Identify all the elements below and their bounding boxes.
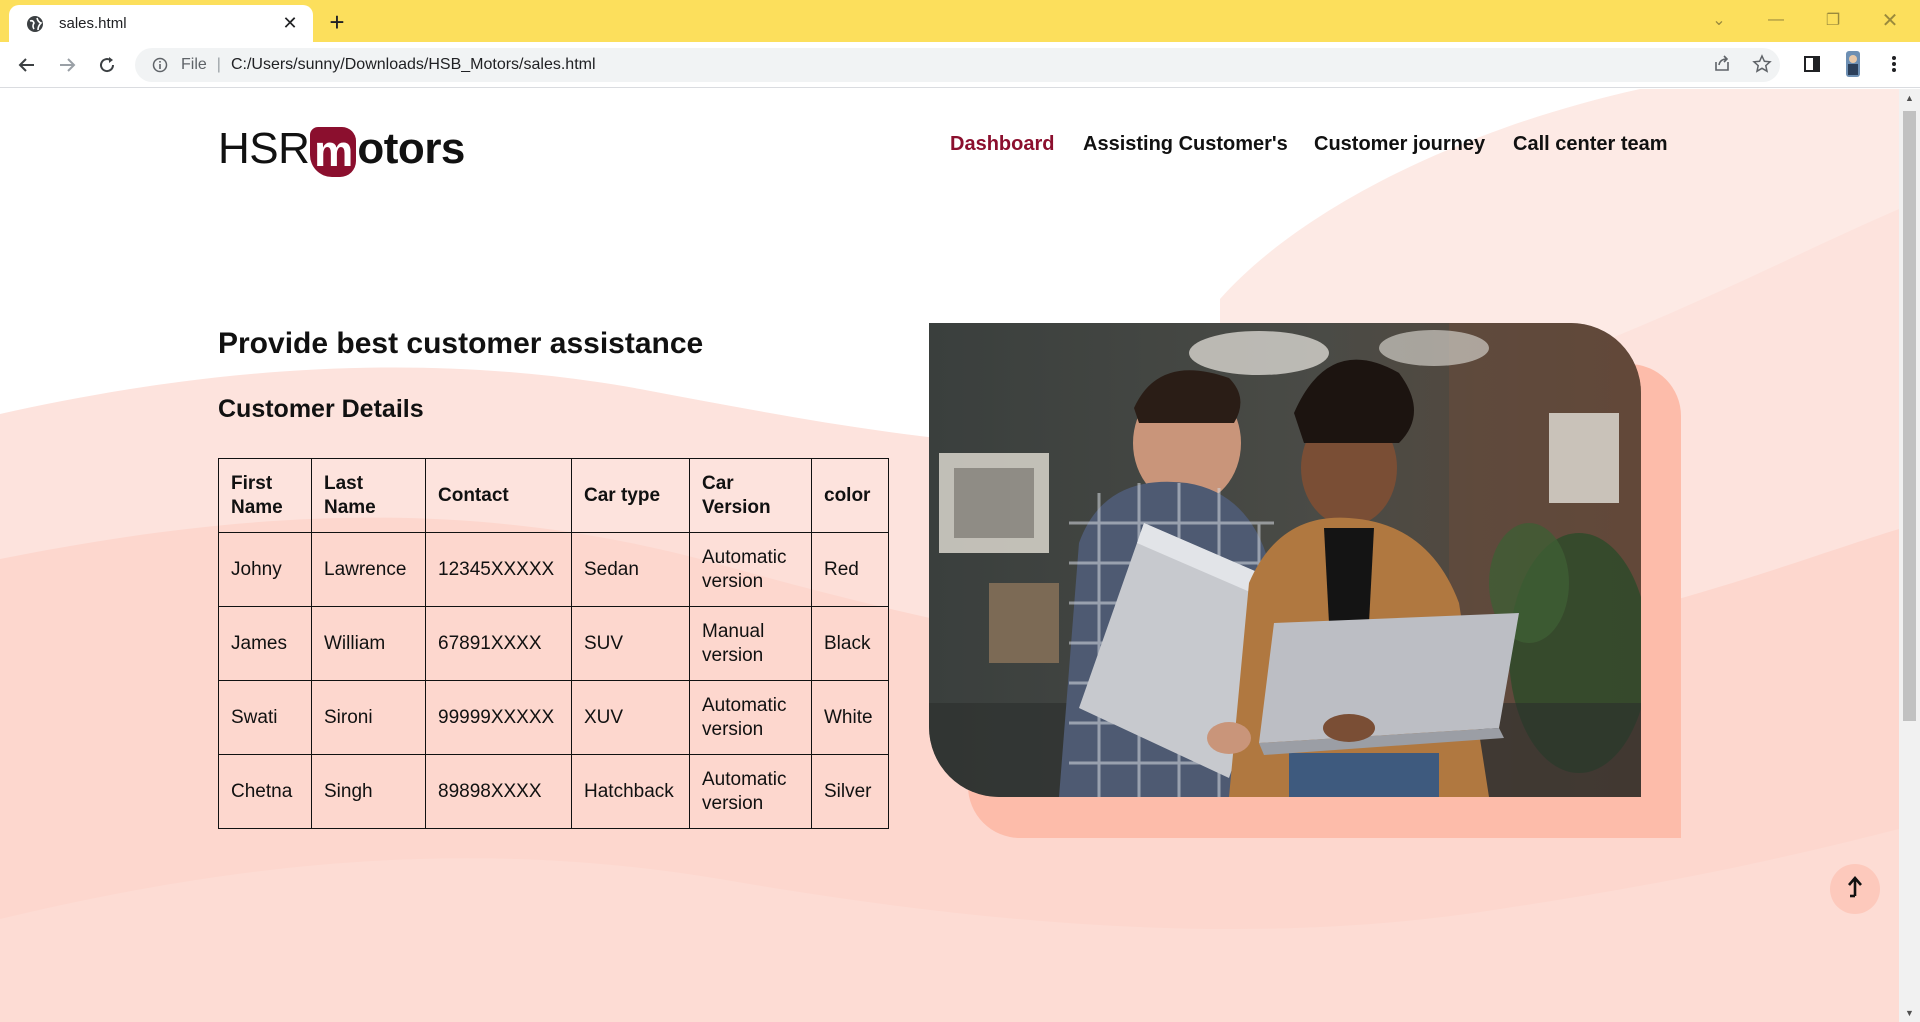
logo-prefix: HSR xyxy=(218,124,310,173)
window-close-icon[interactable]: ✕ xyxy=(1866,0,1914,40)
table-row: James William 67891XXXX SUV Manual versi… xyxy=(218,606,889,681)
hero-photo-illustration xyxy=(929,323,1641,797)
browser-tab-strip: sales.html ✕ + ⌄ — ❐ ✕ xyxy=(0,0,1920,42)
plus-icon[interactable]: + xyxy=(322,7,352,37)
scrollbar-thumb[interactable] xyxy=(1903,111,1916,721)
chevron-down-icon[interactable]: ⌄ xyxy=(1695,0,1743,40)
table-cell: SUV xyxy=(571,606,690,681)
table-cell: James xyxy=(218,606,312,681)
close-icon[interactable]: ✕ xyxy=(277,11,303,37)
url-text[interactable]: C:/Users/sunny/Downloads/HSB_Motors/sale… xyxy=(231,56,596,74)
browser-tab[interactable]: sales.html ✕ xyxy=(9,5,313,42)
table-row: Johny Lawrence 12345XXXXX Sedan Automati… xyxy=(218,532,889,607)
table-cell: Red xyxy=(811,532,889,607)
table-cell: Chetna xyxy=(218,754,312,829)
table-cell: XUV xyxy=(571,680,690,755)
page-title: Provide best customer assistance xyxy=(218,327,704,360)
url-separator: | xyxy=(216,56,221,73)
scroll-up-icon[interactable]: ▲ xyxy=(1899,89,1920,107)
restore-icon[interactable]: ❐ xyxy=(1809,0,1857,40)
table-cell: Manual version xyxy=(689,606,812,681)
nav-dashboard[interactable]: Dashboard xyxy=(950,133,1054,157)
star-icon[interactable] xyxy=(1748,50,1776,78)
page-viewport: HSR m otors Dashboard Assisting Customer… xyxy=(0,89,1899,1022)
table-cell: White xyxy=(811,680,889,755)
table-row: Swati Sironi 99999XXXXX XUV Automatic ve… xyxy=(218,680,889,755)
share-icon[interactable] xyxy=(1708,50,1736,78)
table-header-row: First Name Last Name Contact Car type Ca… xyxy=(218,458,889,533)
hero-photo xyxy=(929,323,1641,797)
table-cell: Sedan xyxy=(571,532,690,607)
customer-details-table: First Name Last Name Contact Car type Ca… xyxy=(218,458,889,829)
table-row: Chetna Singh 89898XXXX Hatchback Automat… xyxy=(218,754,889,829)
profile-avatar-icon[interactable] xyxy=(1839,50,1867,78)
address-bar[interactable]: File | C:/Users/sunny/Downloads/HSB_Moto… xyxy=(135,48,1780,82)
arrow-up-icon xyxy=(1846,875,1864,903)
side-panel-icon[interactable] xyxy=(1798,50,1826,78)
globe-icon xyxy=(25,14,45,34)
nav-assisting-customers[interactable]: Assisting Customer's xyxy=(1083,133,1288,157)
brand-logo[interactable]: HSR m otors xyxy=(218,119,465,179)
back-icon[interactable] xyxy=(10,48,44,82)
table-cell: Silver xyxy=(811,754,889,829)
url-scheme: File xyxy=(181,56,207,73)
reload-icon[interactable] xyxy=(90,48,124,82)
table-cell: Black xyxy=(811,606,889,681)
table-cell: 99999XXXXX xyxy=(425,680,572,755)
table-cell: Automatic version xyxy=(689,754,812,829)
browser-toolbar: File | C:/Users/sunny/Downloads/HSB_Moto… xyxy=(0,42,1920,88)
table-cell: 12345XXXXX xyxy=(425,532,572,607)
column-header: Car Version xyxy=(689,458,812,533)
forward-icon[interactable] xyxy=(50,48,84,82)
kebab-menu-icon[interactable] xyxy=(1880,50,1908,78)
nav-call-center-team[interactable]: Call center team xyxy=(1513,133,1668,157)
nav-customer-journey[interactable]: Customer journey xyxy=(1314,133,1485,157)
table-cell: Automatic version xyxy=(689,532,812,607)
table-cell: Lawrence xyxy=(311,532,426,607)
logo-suffix: otors xyxy=(357,124,465,173)
table-cell: Singh xyxy=(311,754,426,829)
vertical-scrollbar[interactable]: ▲ ▼ xyxy=(1899,89,1920,1022)
scroll-down-icon[interactable]: ▼ xyxy=(1899,1004,1920,1022)
logo-mark: m xyxy=(310,127,357,177)
table-cell: 67891XXXX xyxy=(425,606,572,681)
tab-title: sales.html xyxy=(59,15,127,32)
table-cell: Johny xyxy=(218,532,312,607)
column-header: Car type xyxy=(571,458,690,533)
column-header: First Name xyxy=(218,458,312,533)
scroll-to-top-button[interactable] xyxy=(1830,864,1880,914)
table-cell: Hatchback xyxy=(571,754,690,829)
table-cell: Sironi xyxy=(311,680,426,755)
column-header: Contact xyxy=(425,458,572,533)
column-header: Last Name xyxy=(311,458,426,533)
table-cell: 89898XXXX xyxy=(425,754,572,829)
section-title: Customer Details xyxy=(218,395,424,423)
table-cell: Swati xyxy=(218,680,312,755)
minimize-icon[interactable]: — xyxy=(1752,0,1800,40)
info-icon[interactable] xyxy=(151,56,169,74)
table-cell: Automatic version xyxy=(689,680,812,755)
table-cell: William xyxy=(311,606,426,681)
column-header: color xyxy=(811,458,889,533)
